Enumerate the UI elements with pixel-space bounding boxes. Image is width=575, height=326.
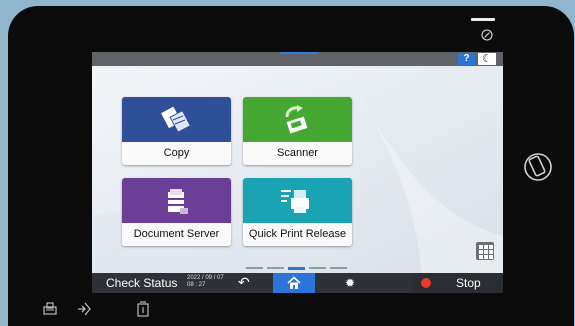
page-dot[interactable]: [309, 267, 326, 269]
page-dot[interactable]: [246, 267, 263, 269]
copy-label: Copy: [122, 142, 231, 165]
login-icon[interactable]: [76, 301, 92, 317]
page-dot[interactable]: [330, 267, 347, 269]
quick-print-release-label: Quick Print Release: [243, 223, 352, 246]
data-in-icon: [43, 302, 57, 315]
stop-icon: [421, 278, 431, 288]
system-bar: Check Status 2022 / 09 / 07 08 : 27 ↶ ✹ …: [92, 273, 503, 293]
gear-icon[interactable]: ✹: [345, 274, 355, 292]
page-dot[interactable]: [267, 267, 284, 269]
document-server-label: Document Server: [122, 223, 231, 246]
moon-icon[interactable]: ☾: [478, 53, 496, 65]
date-time: 2022 / 09 / 07 08 : 27: [187, 275, 224, 289]
scanner-label: Scanner: [243, 142, 352, 165]
touch-screen: ? ☾ Copy Scanner Document Server Quick P…: [92, 52, 503, 293]
energy-saver-icon[interactable]: [136, 301, 150, 317]
status-indicator-bar: [471, 18, 495, 21]
home-icon: [287, 276, 301, 289]
document-server-icon: [168, 189, 188, 214]
app-list-button[interactable]: [476, 242, 494, 260]
top-indicator: [280, 52, 318, 54]
phone-tap-icon: [524, 153, 552, 181]
check-status-button[interactable]: Check Status: [106, 273, 177, 293]
stop-label: Stop: [456, 276, 481, 290]
copy-icon: [161, 106, 192, 133]
document-server-tile[interactable]: Document Server: [122, 178, 231, 246]
back-icon[interactable]: ↶: [238, 274, 250, 291]
home-button[interactable]: [273, 273, 315, 293]
time-text: 08 : 27: [187, 282, 206, 288]
scanner-tile[interactable]: Scanner: [243, 97, 352, 165]
quick-print-release-tile[interactable]: Quick Print Release: [243, 178, 352, 246]
help-button[interactable]: ?: [458, 53, 475, 65]
quick-print-release-icon: [281, 190, 309, 213]
scanner-icon: [285, 105, 308, 134]
copy-tile[interactable]: Copy: [122, 97, 231, 165]
page-dot-active[interactable]: [288, 267, 305, 270]
stop-button[interactable]: Stop: [412, 273, 503, 293]
screen-top-bar: [92, 52, 503, 66]
date-text: 2022 / 09 / 07: [187, 275, 224, 281]
power-icon[interactable]: [481, 28, 493, 41]
